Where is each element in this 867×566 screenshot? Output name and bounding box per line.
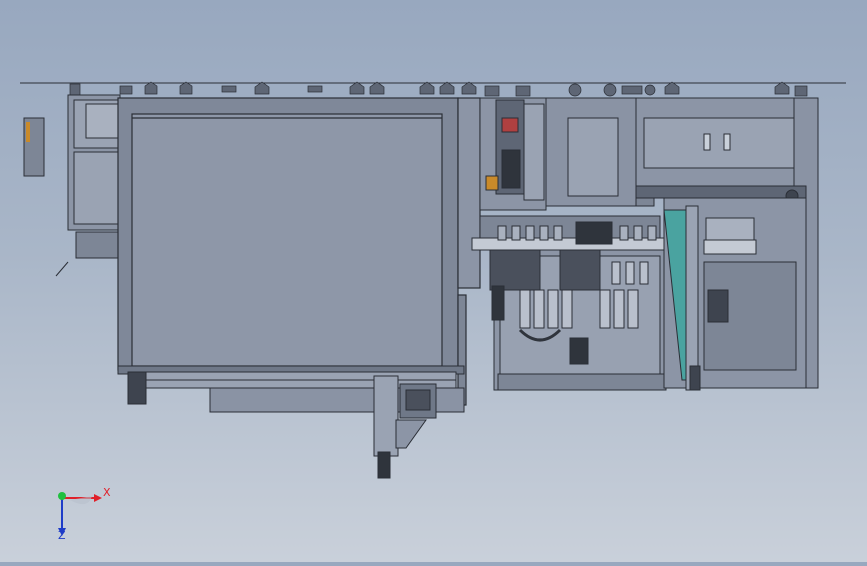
linear-module (373, 375, 437, 479)
center-column (479, 97, 547, 211)
main-enclosure (117, 97, 481, 406)
z-axis-label: Z (58, 529, 66, 542)
left-lever (55, 261, 69, 277)
right-lower-section (663, 197, 807, 391)
lower-center-machinery (489, 249, 667, 391)
y-axis-dot-icon (58, 492, 66, 500)
x-axis-label: X (103, 486, 111, 499)
left-frame (67, 94, 121, 259)
cad-viewport[interactable]: X Z (0, 0, 867, 562)
x-axis-arrow-icon (94, 494, 102, 502)
machine-drawing (20, 81, 846, 536)
top-fixtures (69, 81, 808, 97)
